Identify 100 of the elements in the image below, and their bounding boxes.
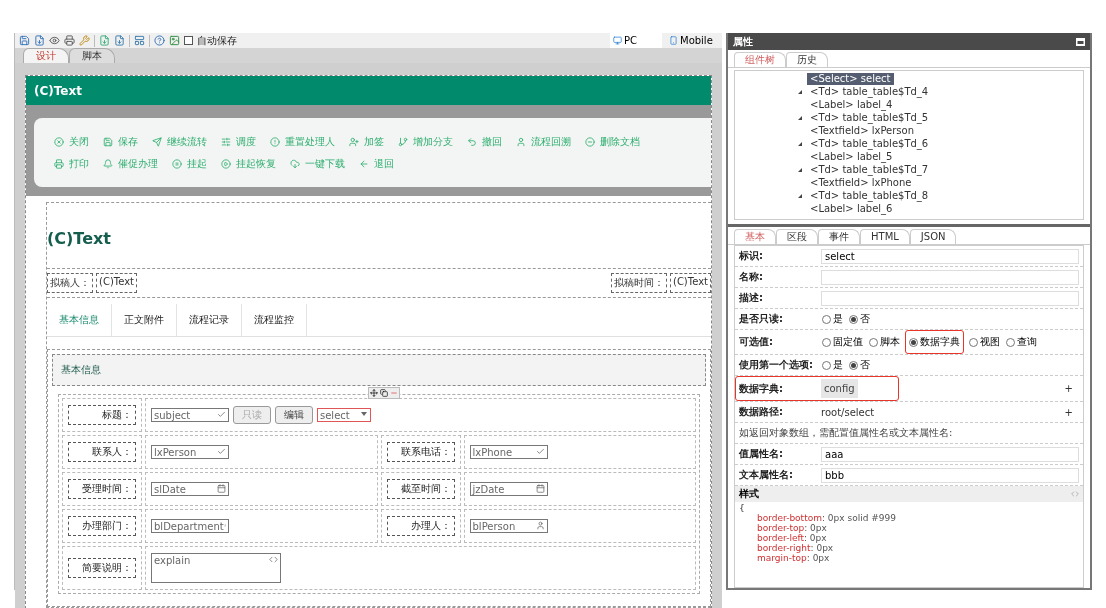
text-area[interactable]: explain	[151, 553, 281, 583]
monitor-icon	[613, 36, 622, 45]
radio-button[interactable]	[849, 360, 858, 370]
input-field[interactable]: blDepartment	[151, 519, 229, 533]
move-icon[interactable]	[370, 389, 378, 397]
tree-item[interactable]: <Label> label_5	[807, 150, 896, 163]
input-field[interactable]: jzDate	[469, 482, 548, 496]
designer-tab[interactable]: 脚本	[69, 48, 115, 63]
radio-button[interactable]	[869, 337, 878, 347]
tree-item[interactable]: <Label> label_4	[807, 98, 896, 111]
radio-button[interactable]	[909, 337, 918, 347]
radio-button[interactable]	[849, 314, 858, 324]
meta-value: (C)Text	[670, 273, 711, 293]
expand-icon[interactable]	[797, 88, 803, 95]
image-icon[interactable]	[169, 35, 180, 46]
calendar-icon	[535, 484, 545, 493]
code-line: border-bottom: 0px solid #999	[756, 513, 897, 523]
tree-item[interactable]: <Td> table_table$Td_7	[807, 163, 932, 176]
property-tab[interactable]: HTML	[860, 229, 910, 244]
radio-button[interactable]	[822, 314, 831, 324]
option-label: 视图	[980, 335, 1000, 349]
radio-option[interactable]: 否	[848, 310, 871, 328]
property-tab[interactable]: 区段	[776, 229, 818, 244]
view-toggle[interactable]: Mobile	[666, 33, 718, 48]
radio-option[interactable]: 视图	[968, 333, 1001, 351]
view-toggle[interactable]: PC	[610, 33, 662, 48]
property-tab[interactable]: 事件	[818, 229, 860, 244]
radio-option[interactable]: 是	[821, 356, 844, 374]
meta-label: 拟稿人：	[47, 273, 93, 293]
property-input[interactable]	[821, 290, 1079, 306]
help-icon[interactable]	[154, 35, 165, 46]
eye-icon[interactable]	[49, 35, 60, 46]
radio-option[interactable]: 脚本	[868, 333, 901, 351]
input-field[interactable]: blPerson	[469, 519, 548, 533]
meta-label: 拟稿时间：	[611, 273, 667, 293]
autosave-checkbox[interactable]	[184, 36, 193, 45]
form-header: (C)Text	[26, 76, 711, 105]
property-tab[interactable]: JSON	[909, 229, 957, 244]
tree-item[interactable]: <Td> table_table$Td_4	[807, 85, 932, 98]
radio-option[interactable]: 否	[848, 356, 871, 374]
tree-item[interactable]: <Td> table_table$Td_5	[807, 111, 932, 124]
designer-tab[interactable]: 设计	[23, 48, 69, 63]
section-header: 基本信息	[52, 354, 706, 386]
dictionary-chip[interactable]: config	[821, 379, 858, 398]
radio-button[interactable]	[1006, 337, 1015, 347]
minimize-icon[interactable]	[1076, 37, 1085, 46]
form-tab[interactable]: 流程监控	[242, 304, 307, 336]
wrench-icon[interactable]	[79, 35, 90, 46]
save-icon[interactable]	[19, 35, 30, 46]
input-field[interactable]: lxPerson	[151, 445, 229, 459]
action-button[interactable]: 编辑	[275, 406, 313, 424]
radio-option[interactable]: 查询	[1005, 333, 1038, 351]
tree-item[interactable]: <Td> table_table$Td_6	[807, 137, 932, 150]
tree-item[interactable]: <Select> select	[807, 72, 894, 85]
undo-icon	[467, 136, 477, 147]
expand-icon[interactable]	[797, 192, 803, 199]
property-input[interactable]	[821, 269, 1079, 285]
file-icon[interactable]	[34, 35, 45, 46]
meta-value: (C)Text	[96, 273, 137, 293]
radio-option[interactable]: 固定值	[821, 333, 864, 351]
radio-button[interactable]	[822, 337, 831, 347]
layout-icon[interactable]	[134, 35, 145, 46]
import-icon[interactable]	[99, 35, 110, 46]
expand-icon[interactable]	[797, 166, 803, 173]
property-tab[interactable]: 基本	[734, 229, 776, 244]
input-field[interactable]: slDate	[151, 482, 229, 496]
printer-icon[interactable]	[64, 35, 75, 46]
play-icon	[221, 158, 231, 169]
input-field[interactable]: lxPhone	[469, 445, 548, 459]
form-tab[interactable]: 正文附件	[112, 304, 177, 336]
property-input[interactable]: select	[821, 248, 1079, 264]
copy-icon[interactable]	[380, 389, 388, 397]
radio-option[interactable]: 是	[821, 310, 844, 328]
option-label: 脚本	[880, 335, 900, 349]
panel-tab[interactable]: 组件树	[734, 52, 786, 67]
form-tab[interactable]: 流程记录	[177, 304, 242, 336]
add-button[interactable]: +	[1064, 383, 1073, 394]
select-field[interactable]: select	[317, 408, 371, 422]
tree-item[interactable]: <Textfield> lxPhone	[807, 176, 915, 189]
property-input[interactable]: bbb	[821, 467, 1079, 483]
radio-option[interactable]: 数据字典	[905, 330, 964, 354]
option-label: 否	[860, 312, 870, 326]
property-input[interactable]: aaa	[821, 446, 1079, 462]
option-label: 查询	[1017, 335, 1037, 349]
radio-button[interactable]	[969, 337, 978, 347]
tree-item[interactable]: <Textfield> lxPerson	[807, 124, 918, 137]
field-label: 简要说明：	[68, 558, 136, 578]
tree-item[interactable]: <Td> table_table$Td_8	[807, 189, 932, 202]
add-button[interactable]: +	[1064, 406, 1073, 418]
expand-icon[interactable]	[797, 114, 803, 121]
form-tab[interactable]: 基本信息	[47, 304, 112, 336]
panel-tab[interactable]: 历史	[786, 52, 828, 67]
property-label: 使用第一个选项:	[739, 358, 814, 372]
expand-icon[interactable]	[797, 140, 803, 147]
tree-item[interactable]: <Label> label_6	[807, 202, 896, 215]
input-field[interactable]: subject	[151, 408, 229, 422]
export-icon[interactable]	[114, 35, 125, 46]
radio-button[interactable]	[822, 360, 831, 370]
code-line: border-top: 0px	[756, 523, 828, 533]
minus-icon	[585, 136, 595, 147]
